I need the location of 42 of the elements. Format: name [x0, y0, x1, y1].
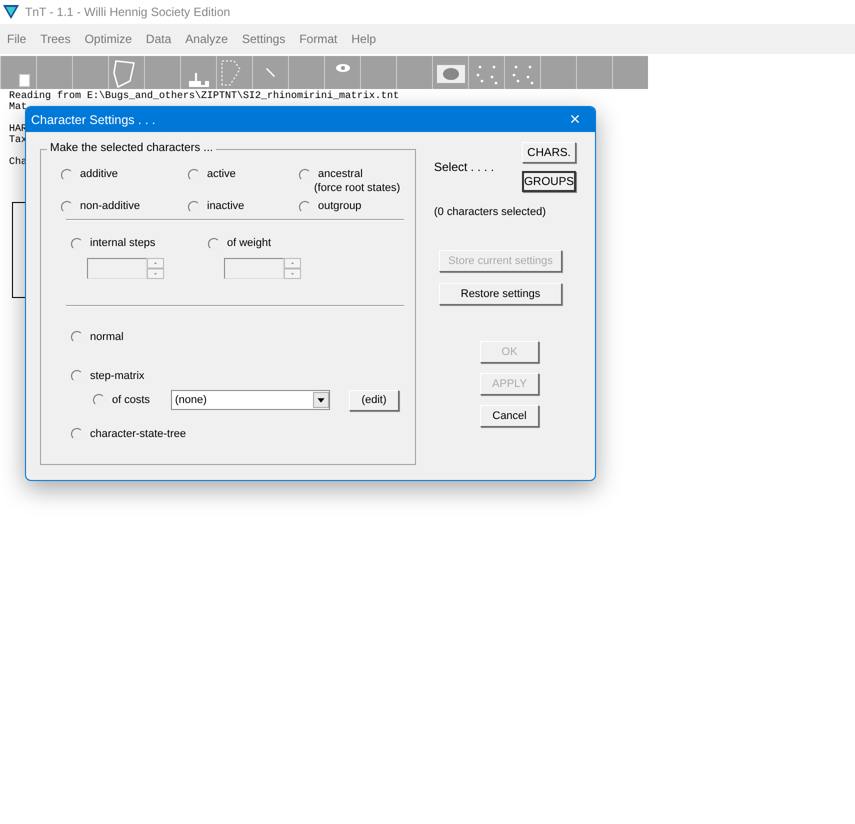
radio-label: of costs: [112, 394, 151, 406]
menu-item[interactable]: Optimize: [84, 32, 132, 46]
menu-item[interactable]: Analyze: [185, 32, 228, 46]
menu-item[interactable]: Help: [351, 32, 376, 46]
menu-item[interactable]: Trees: [40, 32, 71, 46]
eye-icon: [336, 64, 350, 72]
radio-label: ancestral: [318, 168, 364, 180]
radio-label: additive: [80, 168, 118, 180]
spinner-arrows[interactable]: [147, 258, 164, 279]
window-title: TnT - 1.1 - Willi Hennig Society Edition: [25, 5, 230, 19]
app-logo-icon: [3, 4, 19, 20]
radio-label: normal: [90, 331, 124, 343]
close-button[interactable]: ×: [555, 107, 595, 132]
dropdown[interactable]: (none): [171, 390, 330, 410]
bar-chart-icon: [188, 73, 208, 87]
menu-item[interactable]: Format: [299, 32, 338, 46]
dialog-button[interactable]: Cancel: [480, 405, 539, 427]
dialog-title: Character Settings . . .: [31, 112, 156, 126]
select-label: Select . . . .: [434, 160, 494, 174]
console-line: Reading from E:\Bugs_and_others\ZIPTNT\SI2_rhinomirini_matrix.tnt: [9, 91, 400, 102]
menu-item[interactable]: Settings: [242, 32, 286, 46]
console-line: Mat: [9, 102, 28, 113]
line-icon: [266, 68, 275, 77]
menu-item[interactable]: File: [7, 32, 26, 46]
radio-label: non-additive: [80, 200, 140, 212]
radio-label: character-state-tree: [90, 428, 186, 440]
group-label: Make the selected characters ...: [47, 142, 216, 154]
radio-label: of weight: [227, 237, 272, 249]
spinner-arrows[interactable]: [284, 258, 301, 279]
radio-label: internal steps: [90, 237, 156, 249]
radio-label: outgroup: [318, 200, 362, 212]
edit-button[interactable]: (edit): [349, 390, 399, 410]
select-button[interactable]: GROUPS: [522, 171, 576, 192]
menu-item[interactable]: Data: [146, 32, 172, 46]
radio-label: step-matrix: [90, 370, 144, 382]
radio-note: (force root states): [314, 182, 400, 194]
radio-label: inactive: [207, 200, 244, 212]
radio-label: active: [207, 168, 236, 180]
selection-count: (0 characters selected): [434, 206, 547, 218]
toolbar-button[interactable]: [432, 56, 468, 89]
select-button[interactable]: CHARS.: [522, 142, 576, 163]
settings-button[interactable]: Restore settings: [439, 283, 562, 305]
